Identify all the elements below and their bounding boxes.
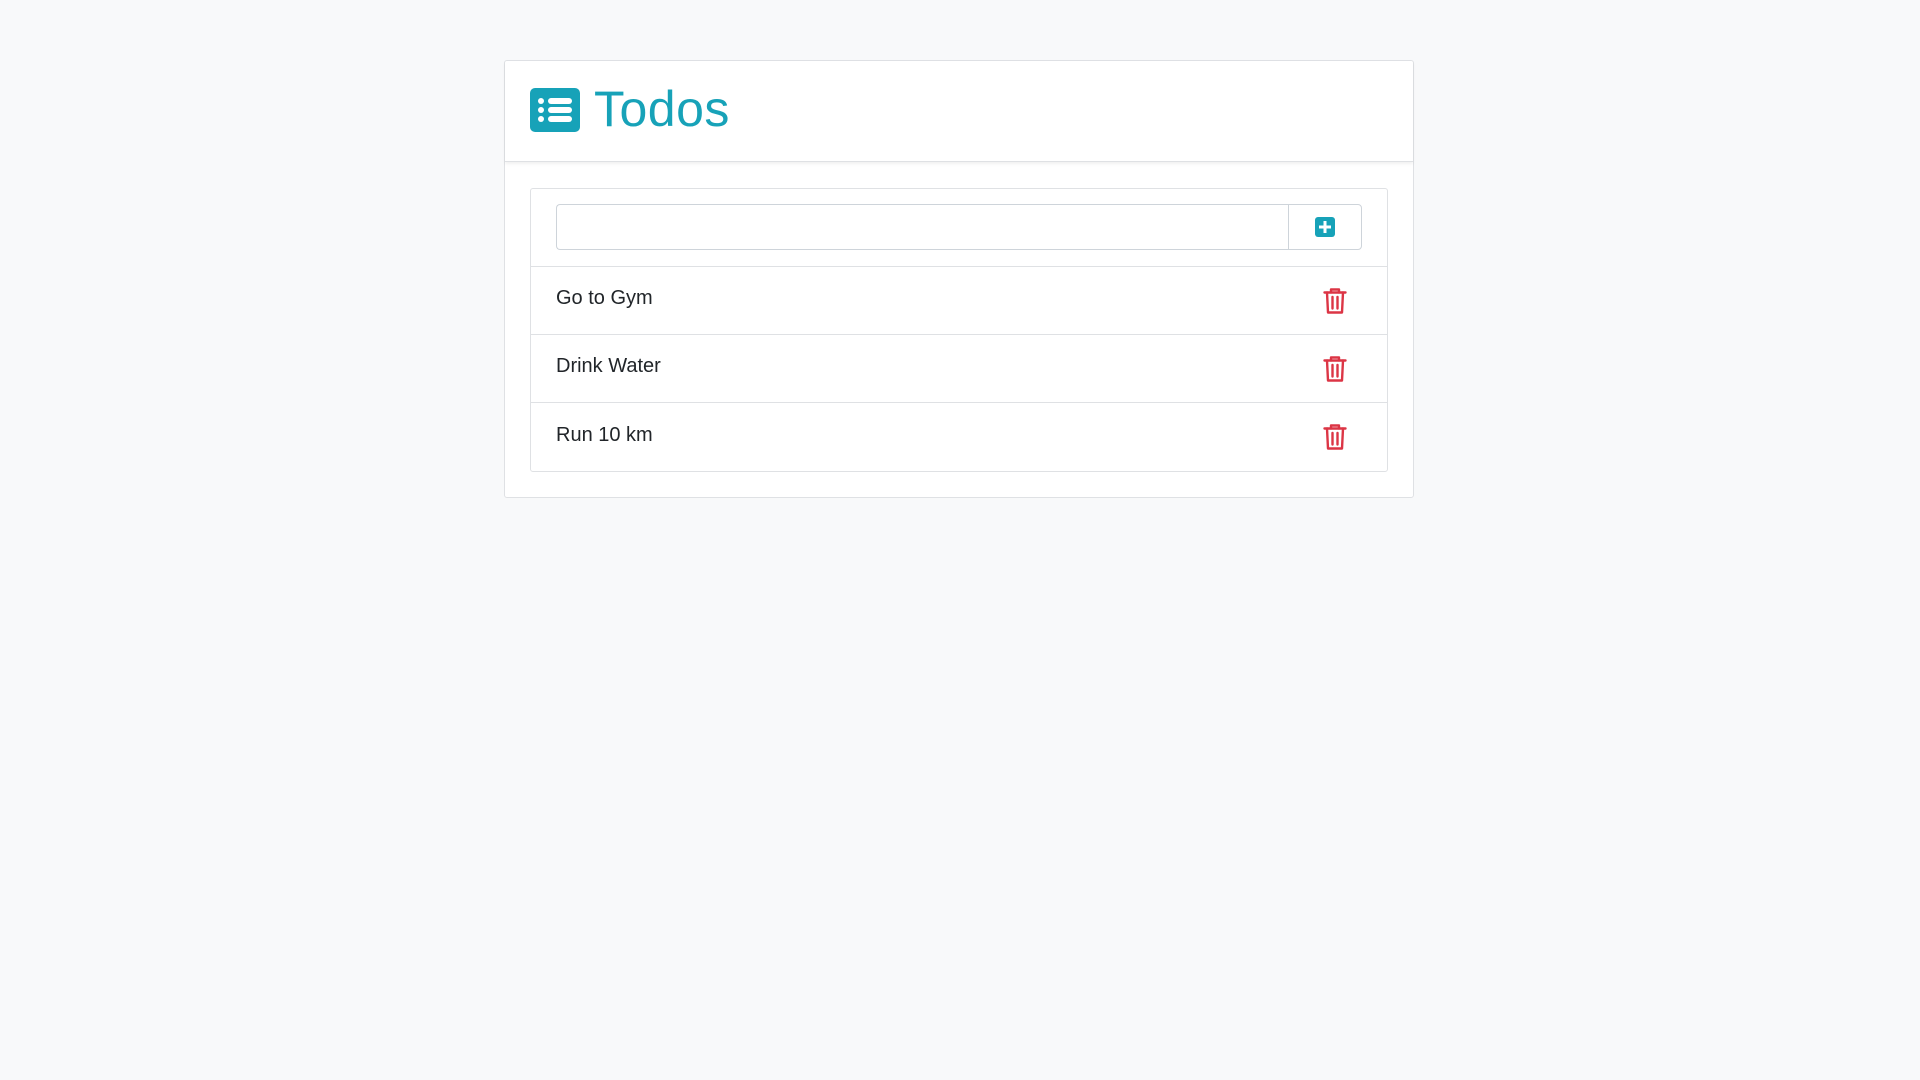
todo-card: Todos Go to Gym Drink Water Run 10 km xyxy=(504,60,1414,498)
list-item: Drink Water xyxy=(531,335,1387,403)
card-body: Go to Gym Drink Water Run 10 km xyxy=(505,162,1413,497)
trash-icon xyxy=(1323,424,1347,450)
page-title: Todos xyxy=(594,81,730,137)
add-todo-form xyxy=(531,189,1387,267)
list-item: Go to Gym xyxy=(531,267,1387,335)
todo-text: Drink Water xyxy=(556,355,661,377)
delete-todo-button[interactable] xyxy=(1321,355,1349,383)
todo-text: Run 10 km xyxy=(556,423,653,446)
plus-square-icon xyxy=(1315,217,1335,237)
todo-input[interactable] xyxy=(556,204,1288,250)
delete-todo-button[interactable] xyxy=(1321,287,1349,315)
list-item: Run 10 km xyxy=(531,403,1387,471)
todo-text: Go to Gym xyxy=(556,287,653,309)
add-todo-button[interactable] xyxy=(1288,204,1362,250)
trash-icon xyxy=(1323,355,1347,382)
todo-list: Go to Gym Drink Water Run 10 km xyxy=(530,188,1388,472)
list-icon xyxy=(530,88,580,132)
card-header: Todos xyxy=(505,61,1413,162)
delete-todo-button[interactable] xyxy=(1321,423,1349,451)
trash-icon xyxy=(1323,287,1347,314)
